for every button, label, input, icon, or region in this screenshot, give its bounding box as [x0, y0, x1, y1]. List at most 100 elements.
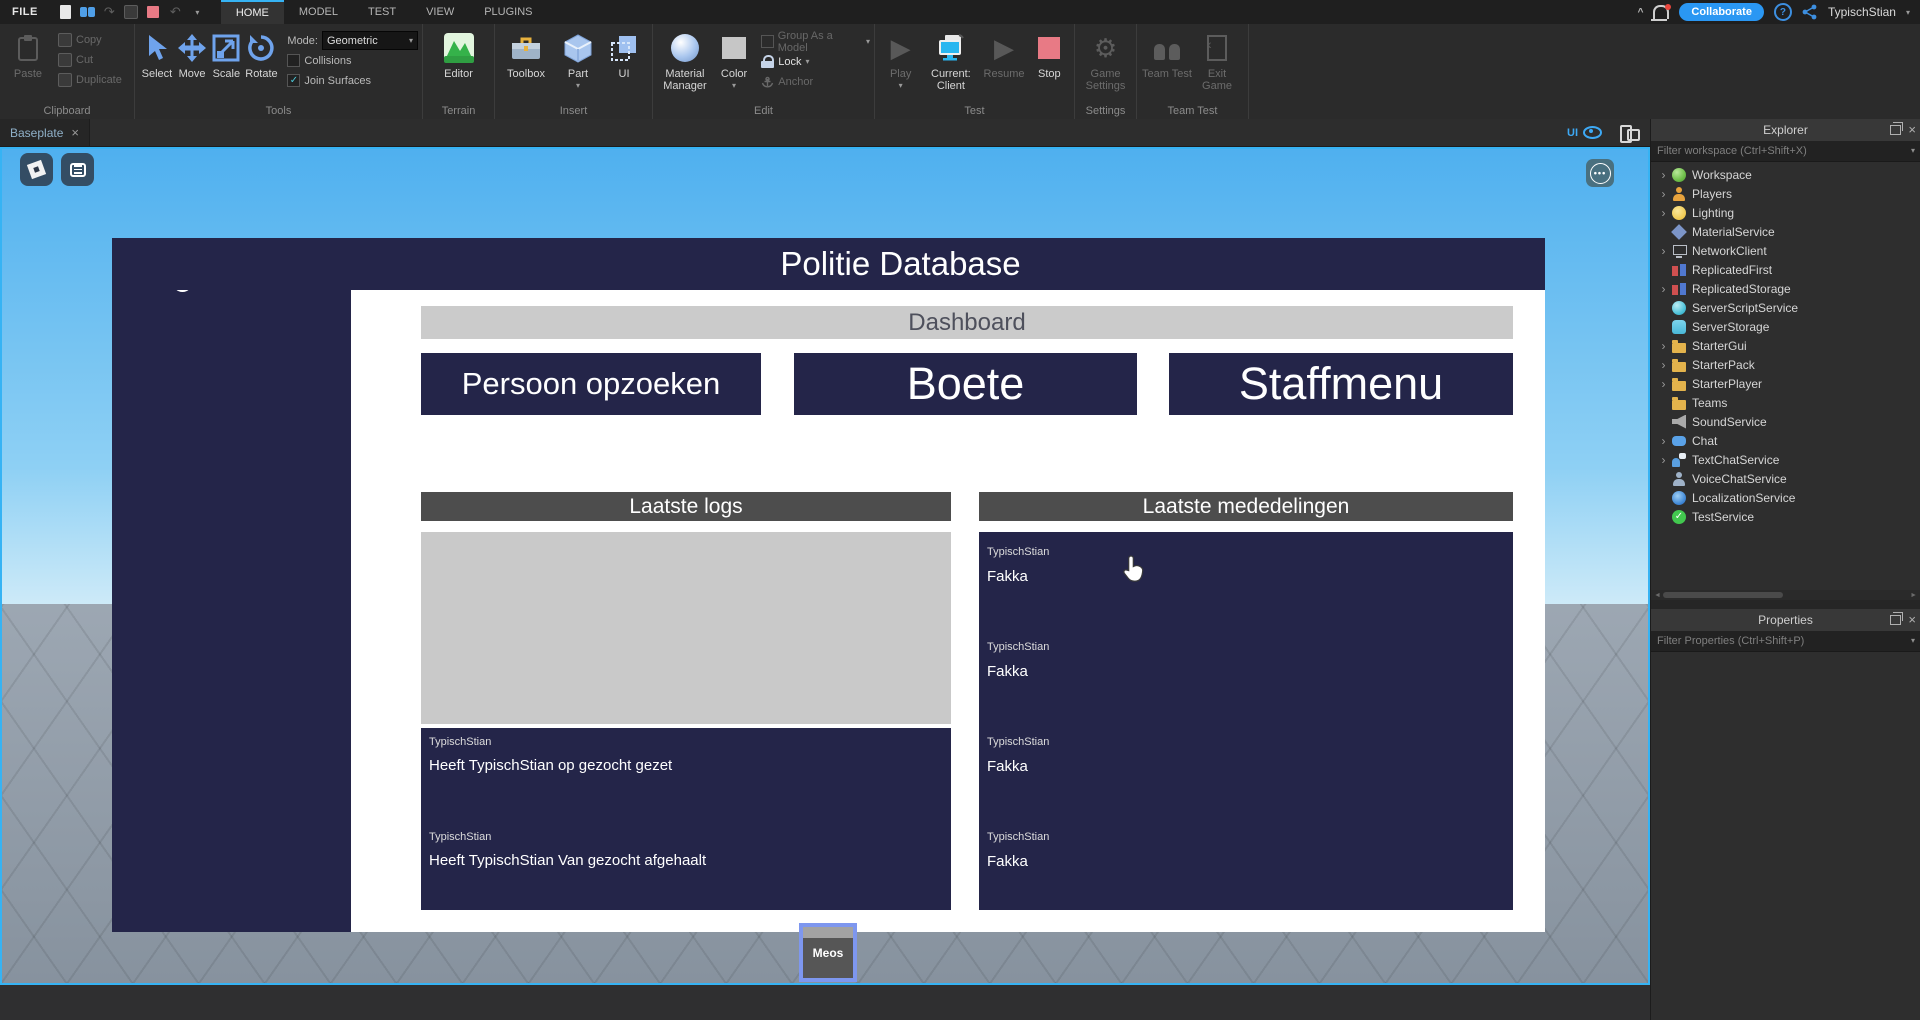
explorer-item-players[interactable]: ›Players: [1651, 184, 1920, 203]
roblox-menu-button[interactable]: [20, 153, 53, 186]
explorer-item-voicechatservice[interactable]: ›VoiceChatService: [1651, 469, 1920, 488]
username-label[interactable]: TypischStian: [1828, 5, 1896, 19]
game-viewport[interactable]: ••• P LITIE Politie Database Dashboard P…: [0, 147, 1650, 985]
explorer-item-workspace[interactable]: › Workspace: [1651, 165, 1920, 184]
scrollbar-thumb[interactable]: [1663, 592, 1783, 598]
explorer-item-serverstorage[interactable]: ›ServerStorage: [1651, 317, 1920, 336]
staffmenu-button[interactable]: Staffmenu: [1169, 353, 1513, 415]
explorer-item-soundservice[interactable]: ›SoundService: [1651, 412, 1920, 431]
explorer-item-textchatservice[interactable]: ›TextChatService: [1651, 450, 1920, 469]
explorer-item-networkclient[interactable]: ›NetworkClient: [1651, 241, 1920, 260]
quick-access-caret-icon[interactable]: ▾: [190, 5, 205, 20]
expand-chevron-icon[interactable]: ›: [1657, 434, 1670, 448]
material-manager-button[interactable]: Material Manager: [657, 29, 713, 94]
lock-button[interactable]: Lock ▾: [761, 53, 870, 70]
color-caret-icon[interactable]: ▾: [732, 80, 736, 92]
collapse-ribbon-icon[interactable]: ^: [1638, 7, 1644, 18]
explorer-item-teams[interactable]: ›Teams: [1651, 393, 1920, 412]
server-script-service-icon: [1672, 301, 1686, 315]
boete-label: Boete: [907, 358, 1025, 410]
anchor-icon: [761, 75, 774, 88]
close-tab-icon[interactable]: ×: [71, 125, 79, 140]
explorer-item-replicatedstorage[interactable]: ›ReplicatedStorage: [1651, 279, 1920, 298]
stop-quick-icon[interactable]: [146, 5, 161, 20]
expand-chevron-icon[interactable]: ›: [1657, 377, 1670, 391]
explorer-item-starterpack[interactable]: ›StarterPack: [1651, 355, 1920, 374]
collisions-checkbox[interactable]: [287, 54, 300, 67]
help-icon[interactable]: ?: [1774, 3, 1792, 21]
explorer-item-testservice[interactable]: ›✓TestService: [1651, 507, 1920, 526]
user-caret-icon[interactable]: ▾: [1906, 8, 1910, 17]
tab-test[interactable]: TEST: [353, 0, 411, 24]
expand-chevron-icon[interactable]: ›: [1657, 358, 1670, 372]
part-caret-icon[interactable]: ▾: [576, 80, 580, 92]
part-button[interactable]: Part ▾: [553, 29, 603, 94]
ui-button[interactable]: UI: [603, 29, 645, 82]
explorer-item-starterplayer[interactable]: ›StarterPlayer: [1651, 374, 1920, 393]
float-panel-icon[interactable]: [1890, 615, 1901, 625]
game-menu-ellipsis-button[interactable]: •••: [1586, 159, 1614, 187]
tab-home[interactable]: HOME: [221, 0, 284, 24]
explorer-item-serverscriptservice[interactable]: ›ServerScriptService: [1651, 298, 1920, 317]
mode-dropdown[interactable]: Geometric▾: [322, 31, 418, 50]
expand-chevron-icon[interactable]: ›: [1657, 282, 1670, 296]
expand-chevron-icon[interactable]: ›: [1657, 453, 1670, 467]
laatste-logs-header: Laatste logs: [421, 492, 951, 521]
scroll-right-icon[interactable]: ►: [1910, 592, 1917, 599]
stop-button[interactable]: Stop: [1029, 29, 1070, 82]
explorer-item-label: Workspace: [1692, 168, 1752, 182]
persoon-opzoeken-button[interactable]: Persoon opzoeken: [421, 353, 761, 415]
join-surfaces-checkbox[interactable]: ✓: [287, 74, 300, 87]
close-explorer-icon[interactable]: ×: [1908, 124, 1916, 136]
explorer-filter-caret-icon[interactable]: ▾: [1911, 146, 1915, 155]
share-icon[interactable]: [1802, 4, 1818, 20]
collaborate-button[interactable]: Collaborate: [1679, 3, 1764, 21]
meos-button[interactable]: Meos: [799, 923, 857, 982]
chat-toggle-button[interactable]: [61, 153, 94, 186]
scroll-left-icon[interactable]: ◄: [1654, 592, 1661, 599]
expand-chevron-icon[interactable]: ›: [1657, 187, 1670, 201]
expand-chevron-icon[interactable]: ›: [1657, 206, 1670, 220]
close-properties-icon[interactable]: ×: [1908, 614, 1916, 626]
tab-plugins[interactable]: PLUGINS: [469, 0, 547, 24]
explorer-item-startergui[interactable]: ›StarterGui: [1651, 336, 1920, 355]
explorer-filter-input[interactable]: [1651, 141, 1920, 161]
open-search-icon[interactable]: [80, 5, 95, 20]
cut-icon: [58, 53, 72, 67]
tab-view[interactable]: VIEW: [411, 0, 469, 24]
explorer-item-materialservice[interactable]: ›MaterialService: [1651, 222, 1920, 241]
float-panel-icon[interactable]: [1890, 125, 1901, 135]
expand-chevron-icon[interactable]: ›: [1657, 168, 1670, 182]
scale-tool-button[interactable]: Scale: [209, 29, 243, 82]
explorer-horizontal-scrollbar[interactable]: ◄ ►: [1651, 590, 1920, 600]
new-file-icon[interactable]: [58, 5, 73, 20]
notifications-bell-icon[interactable]: [1653, 5, 1669, 19]
tab-model[interactable]: MODEL: [284, 0, 353, 24]
expand-chevron-icon[interactable]: ›: [1657, 339, 1670, 353]
properties-filter-input[interactable]: [1651, 631, 1920, 651]
lock-caret-icon[interactable]: ▾: [806, 57, 810, 66]
group-as-model-button: Group As a Model ▾: [761, 33, 870, 50]
boete-button[interactable]: Boete: [794, 353, 1137, 415]
move-tool-button[interactable]: Move: [175, 29, 209, 82]
rotate-tool-button[interactable]: Rotate: [244, 29, 280, 82]
properties-filter-caret-icon[interactable]: ▾: [1911, 636, 1915, 645]
collisions-row[interactable]: Collisions: [287, 52, 418, 69]
explorer-item-localizationservice[interactable]: ›LocalizationService: [1651, 488, 1920, 507]
current-client-button[interactable]: Current: Client: [922, 29, 979, 94]
join-surfaces-row[interactable]: ✓ Join Surfaces: [287, 72, 418, 89]
explorer-item-replicatedfirst[interactable]: ›ReplicatedFirst: [1651, 260, 1920, 279]
ui-visibility-toggle[interactable]: UI: [1567, 126, 1602, 139]
device-emulation-icon[interactable]: [1620, 125, 1640, 141]
explorer-item-lighting[interactable]: ›Lighting: [1651, 203, 1920, 222]
bottom-strip: [0, 985, 1650, 1020]
toolbox-button[interactable]: Toolbox: [499, 29, 553, 82]
explorer-item-chat[interactable]: ›Chat: [1651, 431, 1920, 450]
expand-chevron-icon[interactable]: ›: [1657, 244, 1670, 258]
localization-service-icon: [1672, 491, 1686, 505]
terrain-editor-button[interactable]: Editor: [433, 29, 485, 82]
baseplate-tab[interactable]: Baseplate ×: [0, 119, 90, 146]
file-menu[interactable]: FILE: [0, 0, 50, 24]
color-button[interactable]: Color ▾: [713, 29, 755, 94]
select-tool-button[interactable]: Select: [139, 29, 175, 82]
